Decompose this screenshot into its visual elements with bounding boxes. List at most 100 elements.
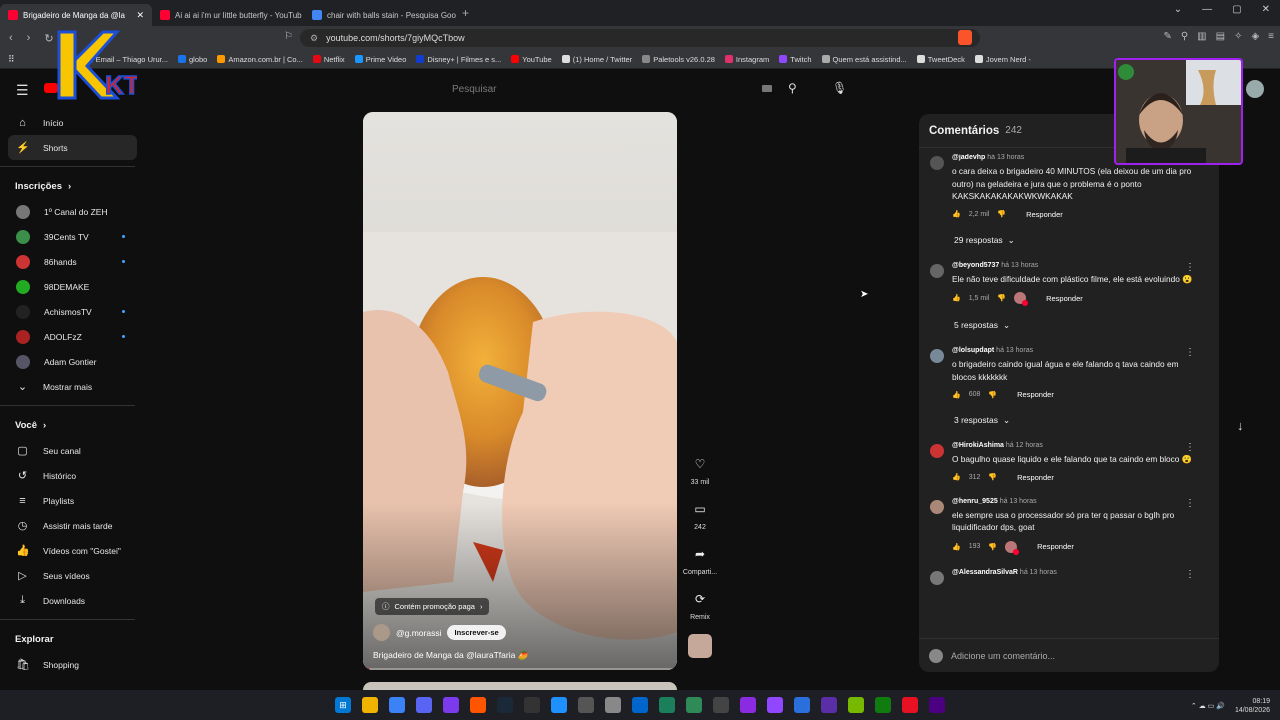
comment-icon[interactable]: ▭	[688, 497, 712, 521]
minimize-button[interactable]: —	[1202, 4, 1212, 15]
taskbar-app-icon[interactable]	[929, 697, 945, 713]
taskbar-app-icon[interactable]	[443, 697, 459, 713]
sidebar-item[interactable]: ⌂ Início	[0, 110, 137, 135]
sidebar-item[interactable]: ▷ Seus vídeos	[0, 563, 137, 588]
bookmark-item[interactable]: Instagram	[724, 55, 769, 64]
comments-list[interactable]: @jadevhp há 13 horas o cara deixa o briga…	[919, 154, 1219, 634]
sidebar-item[interactable]: ⤓ Downloads	[0, 588, 137, 613]
comment-author[interactable]: @AlessandraSilvaR há 13 horas	[952, 569, 1195, 576]
taskbar-app-icon[interactable]	[578, 697, 594, 713]
keyboard-icon[interactable]	[762, 85, 772, 92]
taskbar-clock[interactable]: 08:19 14/08/2026	[1235, 697, 1270, 715]
taskbar-app-icon[interactable]	[902, 697, 918, 713]
microphone-icon[interactable]: 🎙	[832, 81, 847, 95]
dislike-icon[interactable]: 👎	[988, 473, 997, 481]
bookmark-item[interactable]: Twitch	[779, 55, 812, 64]
comment-avatar[interactable]	[930, 570, 944, 585]
subscription-item[interactable]: 86hands	[0, 249, 137, 274]
tab-search-icon[interactable]: ⌄	[1174, 4, 1182, 15]
like-icon[interactable]: 👍	[952, 543, 961, 551]
comment-author[interactable]: @beyond5737 há 13 horas	[952, 262, 1195, 269]
you-header[interactable]: Você ›	[0, 412, 145, 438]
reply-button[interactable]: Responder	[1046, 294, 1083, 303]
like-icon[interactable]: 👍	[952, 294, 961, 302]
sidebar-item[interactable]: 👍 Vídeos com "Gostei"	[0, 538, 137, 563]
like-icon[interactable]: 👍	[952, 473, 961, 481]
vpn-icon[interactable]: ◈	[1251, 31, 1259, 42]
replies-toggle[interactable]: 29 respostas ⌄	[954, 235, 1219, 246]
share-icon[interactable]: ➦	[688, 542, 712, 566]
wallet-icon[interactable]: ▤	[1216, 31, 1225, 42]
taskbar-app-icon[interactable]	[362, 697, 378, 713]
browser-tab[interactable]: chair with balls stain - Pesquisa Goog✕	[304, 4, 456, 26]
show-more-button[interactable]: ⌄ Mostrar mais	[0, 374, 137, 399]
like-icon[interactable]: ♡	[688, 452, 712, 476]
sidebar-item[interactable]: 🛍 Shopping	[0, 652, 137, 677]
bookmark-item[interactable]: YouTube	[511, 55, 552, 64]
subscription-item[interactable]: 39Cents TV	[0, 224, 137, 249]
sidebar-item[interactable]: ▢ Seu canal	[0, 438, 137, 463]
taskbar-app-icon[interactable]	[470, 697, 486, 713]
url-field[interactable]: ⚙ youtube.com/shorts/7giyMQcTbow	[300, 29, 980, 47]
channel-name[interactable]: @g.morassi	[396, 628, 441, 638]
subscription-item[interactable]: 1º Canal do ZEH	[0, 199, 137, 224]
browser-tab[interactable]: Ai ai ai i'm ur little butterfly - YouTu…	[152, 4, 304, 26]
add-comment-field[interactable]: Adicione um comentário...	[919, 638, 1219, 672]
back-icon[interactable]: ‹	[9, 32, 13, 45]
more-options-icon[interactable]: ⋮	[1185, 262, 1195, 273]
video-progress-bar[interactable]	[363, 668, 677, 670]
bookmark-item[interactable]: Disney+ | Filmes e s...	[416, 55, 501, 64]
bookmark-item[interactable]: globo	[178, 55, 207, 64]
reply-button[interactable]: Responder	[1017, 390, 1054, 399]
search-input[interactable]: Pesquisar	[442, 78, 782, 100]
comment-author[interactable]: @lolsupdapt há 13 horas	[952, 347, 1195, 354]
taskbar-app-icon[interactable]	[794, 697, 810, 713]
more-options-icon[interactable]: ⋮	[1185, 347, 1195, 358]
short-title[interactable]: Brigadeiro de Manga da @lauraTfaria 🥭	[373, 650, 528, 661]
comment-avatar[interactable]	[930, 263, 944, 278]
site-info-icon[interactable]: ⚙	[310, 33, 318, 44]
extension-icon[interactable]: ⚲	[1181, 31, 1188, 42]
reply-button[interactable]: Responder	[1037, 542, 1074, 551]
taskbar-app-icon[interactable]	[551, 697, 567, 713]
comment-avatar[interactable]	[930, 444, 944, 458]
reply-button[interactable]: Responder	[1017, 473, 1054, 482]
close-tab-icon[interactable]: ✕	[136, 10, 144, 21]
subscriptions-header[interactable]: Inscrições ›	[0, 173, 145, 199]
comment-avatar[interactable]	[930, 156, 944, 170]
taskbar-app-icon[interactable]: ⊞	[335, 697, 351, 713]
brave-shield-icon[interactable]	[958, 30, 972, 45]
comment-avatar[interactable]	[930, 499, 944, 514]
bookmark-item[interactable]: Jovem Nerd -	[974, 55, 1031, 64]
taskbar-app-icon[interactable]	[389, 697, 405, 713]
subscription-item[interactable]: Adam Gontier	[0, 349, 137, 374]
subscription-item[interactable]: AchismosTV	[0, 299, 137, 324]
browser-tab[interactable]: Brigadeiro de Manga da @la ✕	[0, 4, 152, 26]
apps-icon[interactable]: ⠿	[8, 54, 15, 65]
dislike-icon[interactable]: 👎	[988, 391, 997, 399]
bookmark-item[interactable]: Prime Video	[354, 55, 406, 64]
subscribe-button[interactable]: Inscrever-se	[447, 625, 506, 640]
taskbar-app-icon[interactable]	[605, 697, 621, 713]
more-options-icon[interactable]: ⋮	[1185, 442, 1195, 453]
sidebar-item[interactable]: ⚡ Shorts	[8, 135, 137, 160]
dislike-icon[interactable]: 👎	[997, 294, 1006, 302]
sidebar-item[interactable]: ↺ Histórico	[0, 463, 137, 488]
reload-icon[interactable]: ↻	[44, 32, 53, 45]
taskbar-app-icon[interactable]	[416, 697, 432, 713]
close-window-button[interactable]: ✕	[1262, 4, 1270, 15]
taskbar-app-icon[interactable]	[632, 697, 648, 713]
comment-author[interactable]: @henru_9525 há 13 horas	[952, 498, 1195, 505]
like-icon[interactable]: 👍	[952, 391, 961, 399]
account-avatar[interactable]	[1246, 80, 1264, 98]
bookmark-icon[interactable]: ⚐	[284, 31, 293, 42]
forward-icon[interactable]: ›	[27, 32, 31, 45]
remix-icon[interactable]: ⟳	[688, 587, 712, 611]
dislike-icon[interactable]: 👎	[988, 543, 997, 551]
comment-avatar[interactable]	[930, 349, 944, 363]
new-tab-button[interactable]: +	[462, 6, 469, 20]
sidebar-item[interactable]: ≡ Playlists	[0, 488, 137, 513]
bookmark-item[interactable]: Quem está assistind...	[821, 55, 907, 64]
channel-avatar[interactable]	[373, 624, 390, 641]
extension-icon[interactable]: ✎	[1163, 31, 1171, 42]
